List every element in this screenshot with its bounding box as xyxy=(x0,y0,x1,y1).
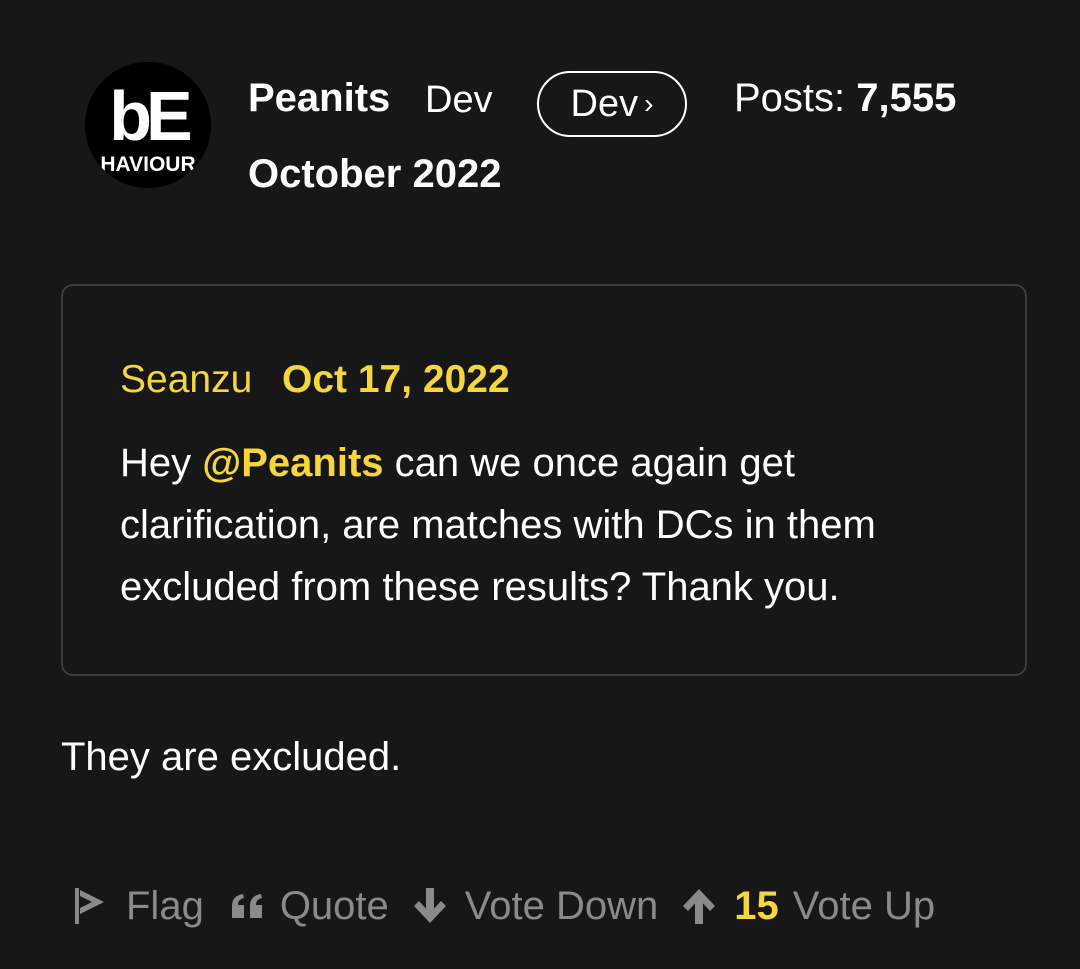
role-badge-button[interactable]: Dev › xyxy=(537,71,687,137)
posts-number: 7,555 xyxy=(856,76,957,120)
vote-down-label: Vote Down xyxy=(464,883,659,928)
arrow-up-icon xyxy=(683,889,716,924)
post-date[interactable]: October 2022 xyxy=(248,150,501,198)
author-role: Dev xyxy=(425,79,493,121)
quote-text-before: Hey xyxy=(120,441,203,485)
chevron-right-icon: › xyxy=(644,88,654,119)
vote-up-label: Vote Up xyxy=(792,883,936,928)
post-body: They are excluded. xyxy=(61,735,402,779)
quote-author[interactable]: Seanzu xyxy=(120,356,252,404)
quote-date[interactable]: Oct 17, 2022 xyxy=(282,356,510,404)
quote-icon xyxy=(231,894,262,918)
behaviour-logo: bE HAVIOUR xyxy=(85,62,211,188)
flag-icon xyxy=(75,888,104,924)
flag-button[interactable]: Flag xyxy=(72,884,204,929)
posts-count: Posts: 7,555 xyxy=(734,74,956,122)
role-badge-label: Dev xyxy=(570,83,639,125)
author-name[interactable]: Peanits xyxy=(248,74,390,122)
avatar-logo-top: bE xyxy=(109,77,190,155)
user-mention-link[interactable]: @Peanits xyxy=(202,441,383,485)
posts-label: Posts: xyxy=(734,76,846,120)
vote-down-button[interactable]: Vote Down xyxy=(411,884,658,929)
quote-label: Quote xyxy=(279,883,389,928)
author-avatar[interactable]: bE HAVIOUR xyxy=(85,62,211,188)
arrow-down-icon xyxy=(413,888,446,923)
avatar-logo-bottom: HAVIOUR xyxy=(100,153,195,176)
flag-label: Flag xyxy=(126,883,204,928)
quote-block: Seanzu Oct 17, 2022 Hey @Peanits can we … xyxy=(61,284,1027,676)
post-actions: Flag Quote Vote Down 15 Vote Up xyxy=(72,878,935,934)
vote-up-button[interactable]: 15 Vote Up xyxy=(680,884,935,929)
quote-body: Hey @Peanits can we once again get clari… xyxy=(120,432,980,618)
quote-button[interactable]: Quote xyxy=(230,884,389,929)
vote-up-count: 15 xyxy=(734,883,779,928)
